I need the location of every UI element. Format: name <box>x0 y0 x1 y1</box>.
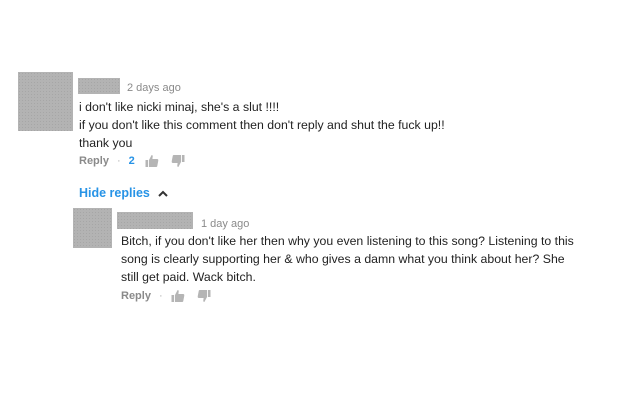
thumbs-up-icon[interactable] <box>171 289 185 303</box>
author-name-redacted[interactable] <box>78 78 120 94</box>
reply-line: Bitch, if you don't like her then why yo… <box>121 234 574 248</box>
reply-button[interactable]: Reply <box>79 155 109 167</box>
reply-actions: Reply · <box>121 289 223 303</box>
reply-timestamp[interactable]: 1 day ago <box>201 218 249 230</box>
comment-text: i don't like nicki minaj, she's a slut !… <box>79 98 445 152</box>
author-name-redacted[interactable] <box>117 212 193 229</box>
comment-timestamp[interactable]: 2 days ago <box>127 82 181 94</box>
comment-line: if you don't like this comment then don'… <box>79 118 445 132</box>
hide-replies-label: Hide replies <box>79 186 150 200</box>
separator: · <box>158 290 163 302</box>
chevron-up-icon <box>158 190 168 197</box>
reply-line: still get paid. Wack bitch. <box>121 270 256 284</box>
hide-replies-button[interactable]: Hide replies <box>79 186 168 200</box>
avatar[interactable] <box>73 208 112 248</box>
separator: · <box>116 155 121 167</box>
thumbs-up-icon[interactable] <box>145 154 159 168</box>
like-count: 2 <box>128 155 135 167</box>
comment-line: thank you <box>79 136 133 150</box>
thumbs-down-icon[interactable] <box>197 289 211 303</box>
avatar[interactable] <box>18 72 73 131</box>
reply-text: Bitch, if you don't like her then why yo… <box>121 232 574 286</box>
thumbs-down-icon[interactable] <box>171 154 185 168</box>
comment-line: i don't like nicki minaj, she's a slut !… <box>79 100 280 114</box>
reply-button[interactable]: Reply <box>121 290 151 302</box>
comment-actions: Reply · 2 <box>79 154 197 168</box>
reply-line: song is clearly supporting her & who giv… <box>121 252 565 266</box>
